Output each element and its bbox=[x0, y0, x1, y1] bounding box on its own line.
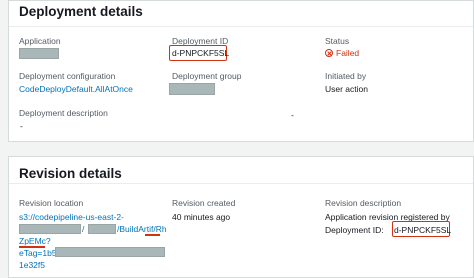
revision-description-line2-prefix: Deployment ID: bbox=[325, 225, 384, 235]
revision-location-underline bbox=[145, 234, 160, 236]
deployment-id-value: d-PNPCKF5SL bbox=[172, 48, 230, 58]
revision-created-value: 40 minutes ago bbox=[172, 212, 231, 222]
revision-details-header: Revision details bbox=[9, 157, 473, 184]
revision-location-line5[interactable]: 1e32f5 bbox=[19, 260, 45, 270]
deployment-group-label: Deployment group bbox=[172, 71, 242, 81]
deployment-description-value: - bbox=[20, 121, 23, 131]
revision-location-line2[interactable]: /BuildArtif/Rh bbox=[117, 224, 167, 234]
revision-description-deployment-id: d-PNPCKF5SL bbox=[394, 225, 452, 235]
deployment-details-header: Deployment details bbox=[9, 1, 473, 27]
revision-location-line3[interactable]: ZpEMc? bbox=[19, 236, 51, 246]
revision-location-redacted-3 bbox=[55, 247, 165, 257]
revision-location-label: Revision location bbox=[19, 198, 84, 208]
failed-icon bbox=[325, 49, 333, 57]
revision-location-redacted-2 bbox=[88, 224, 116, 234]
deployment-description-label: Deployment description bbox=[19, 108, 108, 118]
status-value: Failed bbox=[325, 48, 359, 58]
revision-details-title: Revision details bbox=[19, 166, 122, 181]
revision-created-label: Revision created bbox=[172, 198, 236, 208]
deployment-details-title: Deployment details bbox=[19, 4, 143, 19]
deployment-group-value-redacted[interactable] bbox=[169, 83, 215, 95]
status-label: Status bbox=[325, 36, 350, 46]
application-value-redacted bbox=[19, 48, 59, 59]
deployment-configuration-label: Deployment configuration bbox=[19, 71, 116, 81]
initiated-by-value: User action bbox=[325, 84, 368, 94]
revision-location-redacted-1 bbox=[19, 224, 81, 234]
initiated-by-label: Initiated by bbox=[325, 71, 367, 81]
revision-location-line4[interactable]: eTag=1b5 bbox=[19, 248, 57, 258]
revision-details-panel: Revision details Revision location s3://… bbox=[8, 156, 474, 278]
deployment-configuration-link[interactable]: CodeDeployDefault.AllAtOnce bbox=[19, 84, 133, 94]
revision-description-label: Revision description bbox=[325, 198, 402, 208]
application-label: Application bbox=[19, 36, 61, 46]
deployment-details-panel: Deployment details Application Deploymen… bbox=[8, 0, 474, 142]
revision-location-line1[interactable]: s3://codepipeline-us-east-2- bbox=[19, 212, 124, 222]
status-text: Failed bbox=[336, 48, 360, 58]
extra-dash-value: - bbox=[291, 110, 294, 120]
revision-location-slash-1[interactable]: / bbox=[82, 224, 84, 234]
